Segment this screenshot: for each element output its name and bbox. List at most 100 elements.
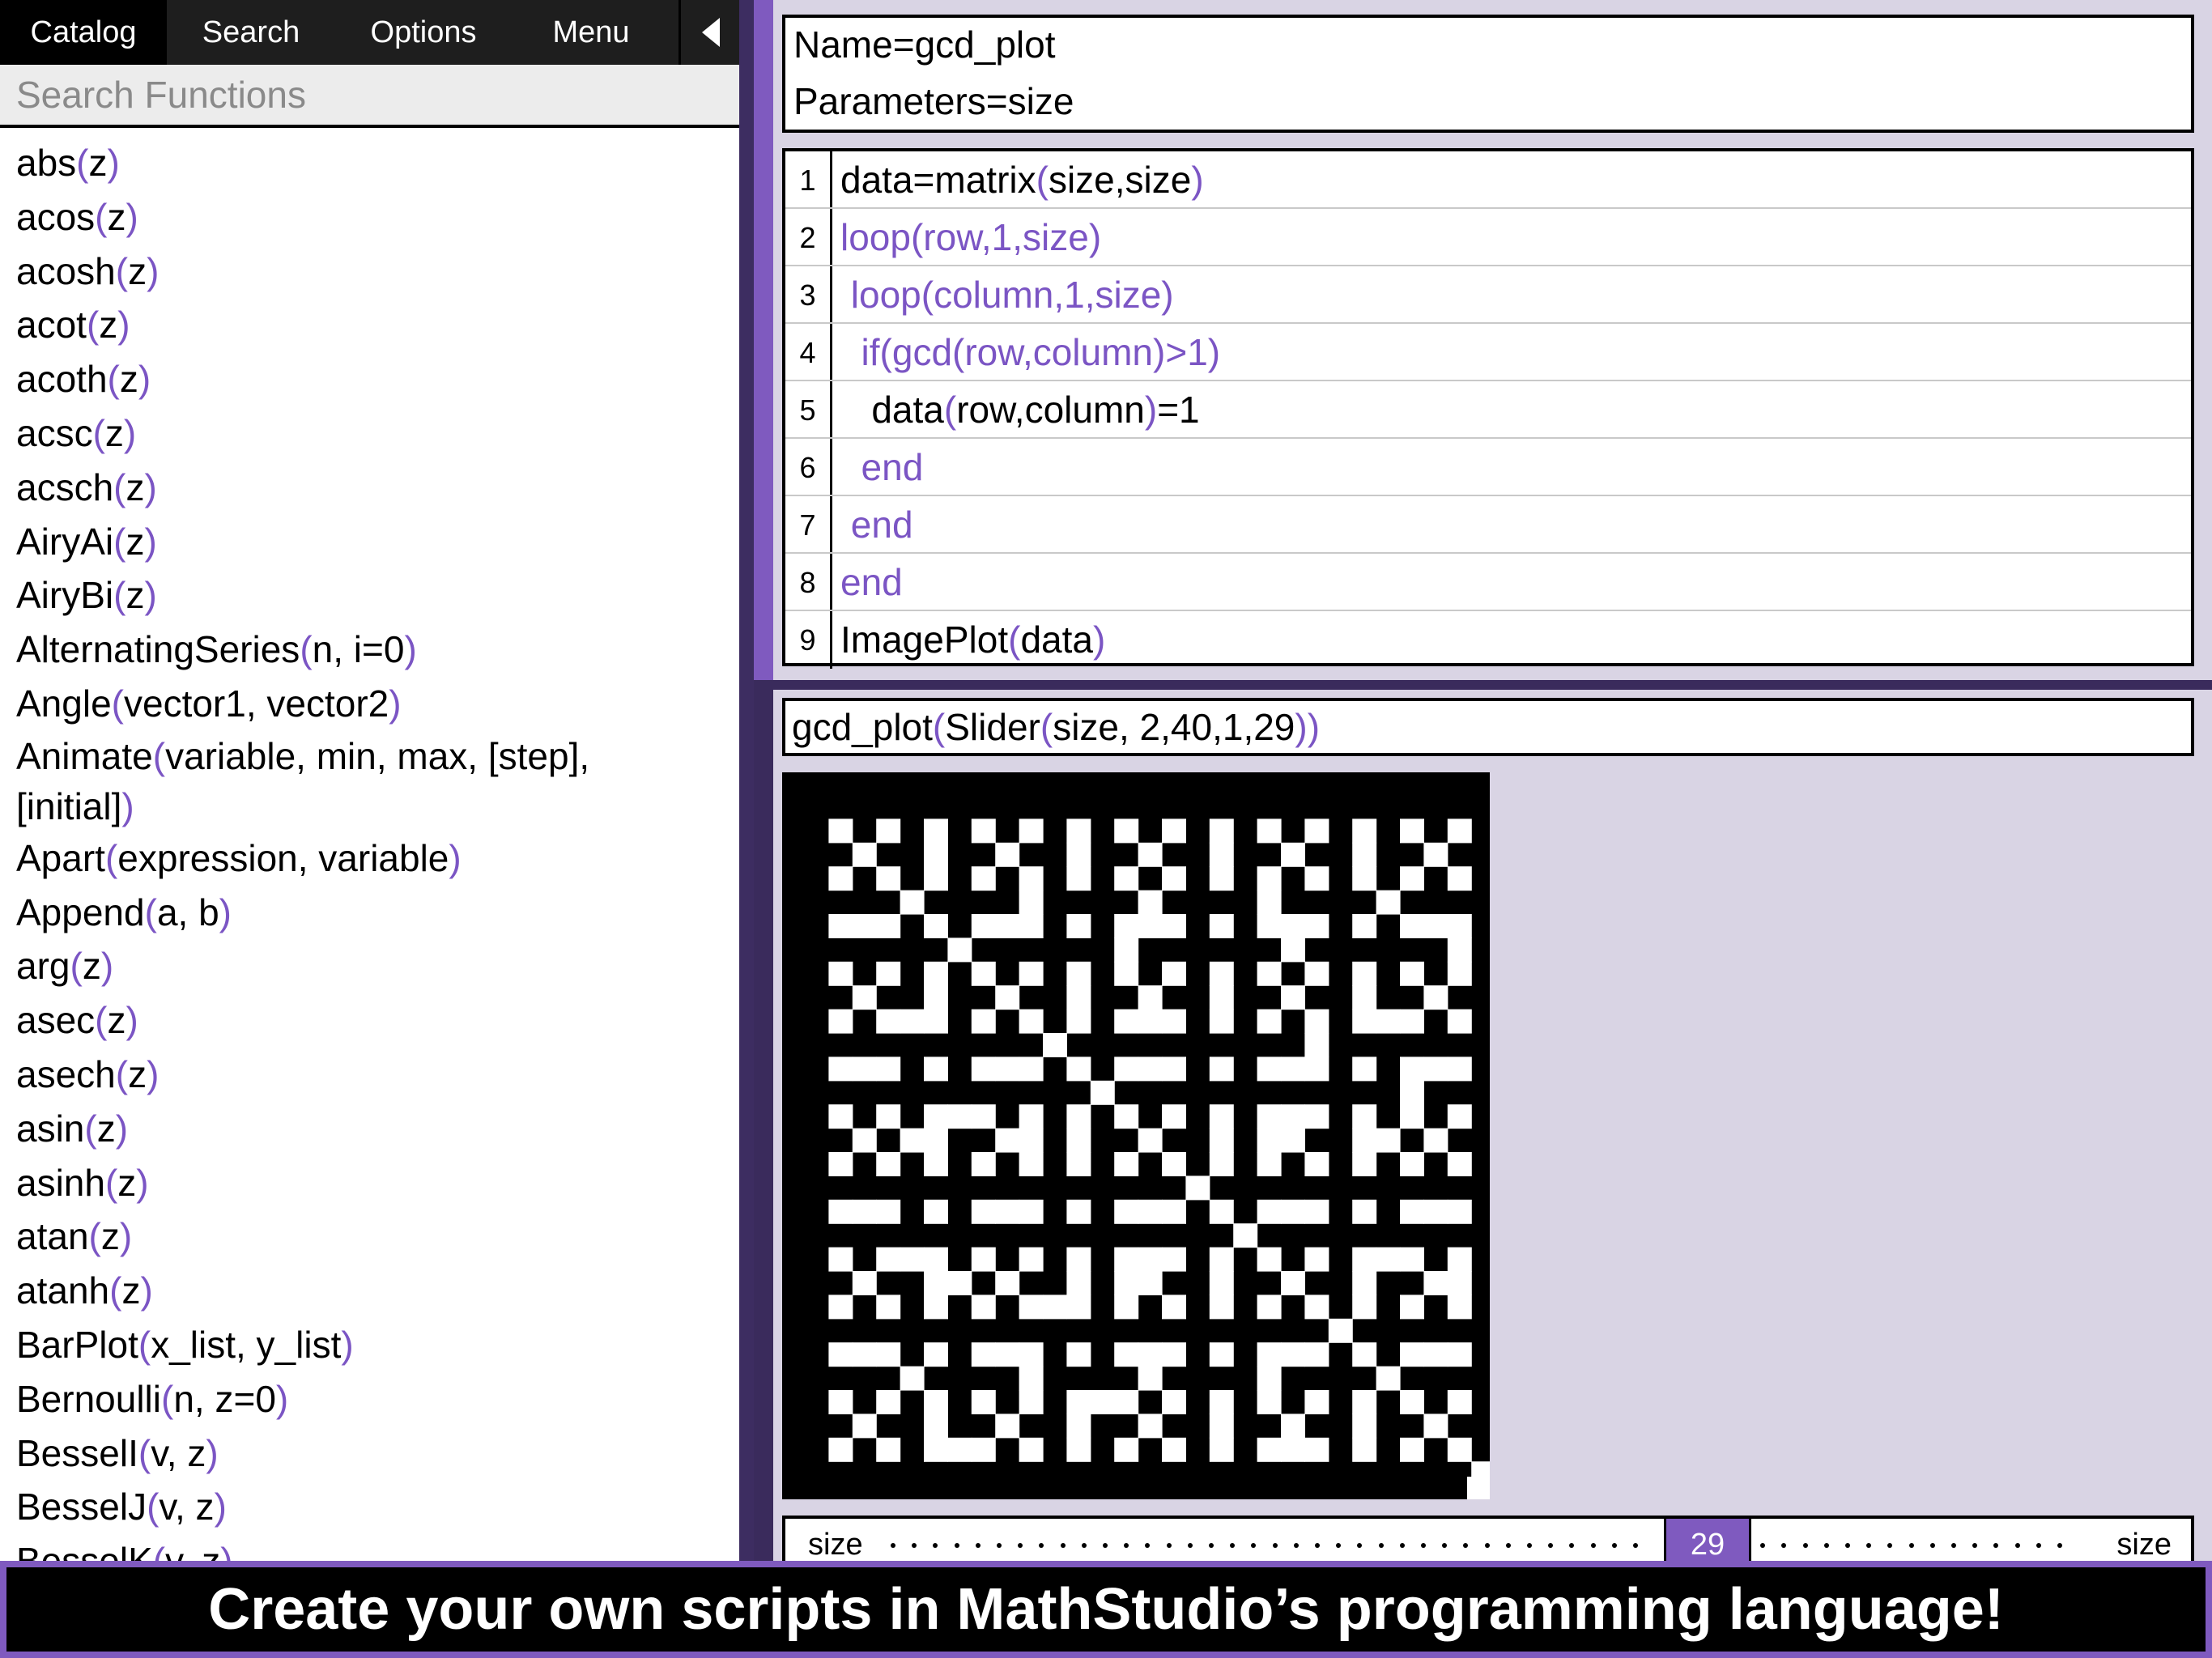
plot-cell [828,1390,853,1414]
code-editor[interactable]: 1 data=matrix(size,size) 2 loop(row,1,size)… [782,148,2194,669]
plot-cell [900,890,925,915]
plot-cell [1043,1295,1067,1320]
function-item[interactable]: acos(z) [0,190,138,244]
tab-catalog[interactable]: Catalog [0,0,167,65]
plot-cell [1019,1390,1044,1414]
function-item[interactable]: asin(z) [0,1102,128,1156]
plot-cell [1352,985,1377,1010]
function-item[interactable]: AiryAi(z) [0,515,157,569]
plot-cell [1447,1390,1472,1414]
collapse-panel-button[interactable] [678,0,739,65]
search-input[interactable] [0,65,739,125]
code-line[interactable]: 4 if(gcd(row,column)>1) [785,324,2191,381]
function-item[interactable]: Angle(vector1, vector2) [0,677,402,731]
tab-options[interactable]: Options [335,0,512,65]
code-line[interactable]: 2 loop(row,1,size) [785,209,2191,266]
plot-cell [1066,1199,1091,1224]
function-item[interactable]: atan(z) [0,1209,132,1264]
code-line[interactable]: 6 end [785,439,2191,496]
plot-cell [924,1390,948,1414]
code-line[interactable]: 8 end [785,554,2191,611]
function-item[interactable]: Animate(variable, min, max, [step], [init… [0,731,589,831]
script-parameters-field[interactable]: Parameters=size [793,79,1074,123]
plot-cell [876,1009,901,1034]
script-name-field[interactable]: Name=gcd_plot [793,23,1055,66]
plot-cell [995,914,1020,938]
function-list[interactable]: abs(z) acos(z) acosh(z) acot(z) acoth(z) acsc… [0,131,739,1561]
code-line[interactable]: 5 data(row,column)=1 [785,381,2191,439]
function-item[interactable]: acosh(z) [0,244,159,299]
function-item[interactable]: BesselJ(v, z) [0,1480,227,1534]
plot-cell [1209,1199,1234,1224]
function-item[interactable]: acsc(z) [0,406,136,461]
plot-cell [1400,1152,1424,1176]
function-item[interactable]: acoth(z) [0,352,151,406]
plot-cell [1019,1199,1044,1224]
plot-cell [1185,1175,1210,1201]
code-line[interactable]: 3 loop(column,1,size) [785,266,2191,324]
catalog-panel: Catalog Search Options Menu abs(z)acos(z… [0,0,739,1561]
function-item[interactable]: BesselI(v, z) [0,1426,219,1481]
open-paren: ( [113,520,126,563]
function-item[interactable]: abs(z) [0,136,120,190]
plot-cell [995,1271,1020,1295]
command-input[interactable]: gcd_plot(Slider(size, 2,40,1,29)) [782,698,2194,756]
function-item[interactable]: asinh(z) [0,1156,149,1210]
function-args: z [121,1269,141,1312]
plot-cell [971,1009,996,1034]
plot-cell [1138,1128,1163,1153]
tab-search[interactable]: Search [167,0,335,65]
slider-tick [1039,1543,1044,1548]
close-paren: ) [220,1540,232,1561]
slider-tick [1357,1543,1362,1548]
plot-cell [1162,866,1186,891]
function-args: z [107,195,126,238]
function-item[interactable]: acsch(z) [0,461,157,515]
code-text: end [840,554,903,611]
function-name: Append [16,891,145,933]
slider-tick [1379,1543,1384,1548]
function-item[interactable]: asec(z) [0,993,138,1048]
function-args: z [125,466,145,508]
command-text: gcd_plot(Slider(size, 2,40,1,29)) [792,701,1320,753]
function-item[interactable]: Bernoulli(n, z=0) [0,1372,288,1426]
plot-cell [1209,1247,1234,1272]
function-name: acos [16,195,96,238]
function-item[interactable]: asech(z) [0,1048,159,1102]
plot-cell [1257,914,1282,938]
slider-tick [912,1543,917,1548]
plot-cell [1400,1342,1424,1367]
plot-cell [1400,818,1424,844]
script-header[interactable]: Name=gcd_plot Parameters=size [782,15,2194,133]
plot-cell [1400,1104,1424,1129]
plot-cell [1114,1437,1139,1462]
plot-cell [852,985,877,1010]
function-item[interactable]: Apart(expression, variable) [0,831,462,886]
function-item[interactable]: BarPlot(x_list, y_list) [0,1318,354,1372]
function-item[interactable]: acot(z) [0,298,130,352]
plot-cell [1114,866,1139,891]
function-item[interactable]: atanh(z) [0,1264,153,1318]
open-paren: ( [113,574,126,617]
code-line[interactable]: 9 ImagePlot(data) [785,611,2191,669]
plot-cell [1281,1056,1305,1082]
plot-cell [1019,914,1044,938]
slider-tick [1209,1543,1214,1548]
code-line[interactable]: 7 end [785,496,2191,554]
plot-cell [1066,1152,1091,1176]
plot-cell [828,1199,853,1224]
code-text: loop(row,1,size) [840,209,1101,266]
function-item[interactable]: arg(z) [0,939,113,993]
tab-menu[interactable]: Menu [512,0,670,65]
plot-resize-corner[interactable] [1467,1477,1490,1499]
search-bar [0,65,739,128]
plot-cell [924,842,948,867]
function-item[interactable]: AiryBi(z) [0,568,157,623]
code-line[interactable]: 1 data=matrix(size,size) [785,151,2191,209]
function-item[interactable]: AlternatingSeries(n, i=0) [0,623,417,677]
code-text: data(row,column)=1 [840,381,1199,439]
panel-divider[interactable] [739,0,754,1561]
function-item[interactable]: BesselK(v, z) [0,1534,233,1561]
plot-cell [1352,1437,1377,1462]
function-item[interactable]: Append(a, b) [0,886,232,940]
